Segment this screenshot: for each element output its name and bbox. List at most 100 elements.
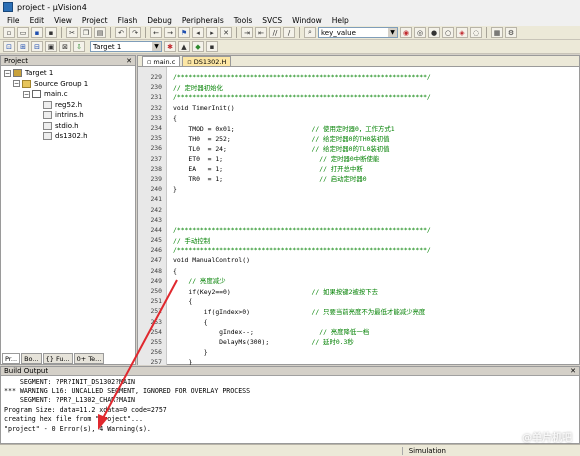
tree-item-reg52[interactable]: reg52.h [1, 100, 135, 111]
code-line: 250 if(Key2==0) // 如果按键2被按下去 [138, 286, 579, 296]
code-line: 243 [138, 215, 579, 225]
tree-item-label: Source Group 1 [34, 79, 89, 88]
tree-item-intrins[interactable]: intrins.h [1, 110, 135, 121]
editor-body[interactable]: 229 /************************************… [138, 67, 579, 365]
bookmark-next-icon[interactable]: ▸ [206, 27, 218, 38]
select-device-icon[interactable]: ▪ [206, 41, 218, 52]
menu-svcs[interactable]: SVCS [257, 16, 287, 25]
menu-view[interactable]: View [49, 16, 77, 25]
header-file-icon: ▫ [187, 57, 192, 66]
chevron-down-icon[interactable]: ▼ [152, 42, 161, 51]
code-text: if(gIndex>0) // 只要当前亮度不为最低才能减少亮度 [173, 307, 426, 316]
collapse-icon[interactable]: − [4, 69, 11, 77]
c-file-icon: ▫ [147, 57, 152, 66]
tab-project[interactable]: Pr... [2, 353, 21, 364]
window-layout-icon[interactable]: ▦ [491, 27, 503, 38]
kill-breakpoints-icon[interactable]: ◈ [456, 27, 468, 38]
menu-peripherals[interactable]: Peripherals [177, 16, 229, 25]
save-all-icon[interactable]: ▪ [45, 27, 57, 38]
close-icon[interactable]: ✕ [126, 57, 132, 65]
collapse-icon[interactable]: − [23, 90, 30, 98]
code-line: 254 gIndex--; // 亮度降低一档 [138, 327, 579, 337]
tree-item-main-c[interactable]: − main.c [1, 89, 135, 100]
undo-icon[interactable]: ↶ [115, 27, 127, 38]
breakpoint-icon[interactable]: ○ [442, 27, 454, 38]
disable-breakpoints-icon[interactable]: ◌ [470, 27, 482, 38]
code-line: 257 } [138, 357, 579, 365]
tab-books[interactable]: Bo... [21, 353, 42, 364]
batch-build-icon[interactable]: ▣ [45, 41, 57, 52]
find-in-files-icon[interactable]: ⌕ [304, 27, 316, 38]
collapse-icon[interactable]: − [13, 80, 20, 88]
toolbar-separator [236, 27, 237, 38]
inline-comment: // 给定时器0的TL0装初值 [311, 144, 390, 153]
chevron-down-icon[interactable]: ▼ [388, 28, 397, 37]
line-number: 256 [150, 348, 162, 357]
target-select-value: Target 1 [93, 42, 122, 51]
save-icon[interactable]: ▪ [31, 27, 43, 38]
tree-item-label: ds1302.h [55, 132, 88, 141]
tree-item-ds1302[interactable]: ds1302.h [1, 131, 135, 142]
code-text: TR0 = 1; // 启动定时器0 [173, 175, 367, 184]
menu-window[interactable]: Window [287, 16, 327, 25]
debug-start-icon[interactable]: ● [428, 27, 440, 38]
rebuild-icon[interactable]: ⊟ [31, 41, 43, 52]
tree-item-target[interactable]: − Target 1 [1, 68, 135, 79]
code-line: 242 [138, 204, 579, 214]
menu-edit[interactable]: Edit [25, 16, 50, 25]
menu-flash[interactable]: Flash [113, 16, 143, 25]
inline-comment: // 使用定时器0，工作方式1 [311, 124, 395, 133]
inline-comment: // 如果按键2被按下去 [311, 287, 379, 296]
toolbar-separator [145, 27, 146, 38]
cut-icon[interactable]: ✂ [66, 27, 78, 38]
menu-project[interactable]: Project [77, 16, 113, 25]
menu-file[interactable]: File [2, 16, 25, 25]
menu-help[interactable]: Help [327, 16, 354, 25]
stop-build-icon[interactable]: ⊠ [59, 41, 71, 52]
tab-templates[interactable]: 0+ Te... [73, 353, 105, 364]
comment-icon[interactable]: // [269, 27, 281, 38]
unindent-icon[interactable]: ⇤ [255, 27, 267, 38]
new-file-icon[interactable]: ▫ [3, 27, 15, 38]
bookmark-prev-icon[interactable]: ◂ [192, 27, 204, 38]
open-file-icon[interactable]: ▭ [17, 27, 29, 38]
editor-tab-ds1302[interactable]: ▫ DS1302.H [182, 56, 232, 66]
file-extensions-icon[interactable]: ▲ [178, 41, 190, 52]
code-line: 233 { [138, 113, 579, 123]
nav-back-icon[interactable]: ← [150, 27, 162, 38]
menu-tools[interactable]: Tools [229, 16, 257, 25]
download-icon[interactable]: ⇩ [73, 41, 85, 52]
configure-icon[interactable]: ⚙ [505, 27, 517, 38]
copy-icon[interactable]: ❐ [80, 27, 92, 38]
code-line: 241 [138, 194, 579, 204]
tab-functions[interactable]: {} Fu... [42, 353, 73, 364]
tree-item-stdio[interactable]: stdio.h [1, 121, 135, 132]
close-icon[interactable]: ✕ [570, 367, 576, 375]
code-line: 251 { [138, 296, 579, 306]
incremental-find-icon[interactable]: ◎ [414, 27, 426, 38]
menu-debug[interactable]: Debug [142, 16, 177, 25]
project-panel-title: Project [4, 56, 28, 65]
build-output-header: Build Output ✕ [1, 367, 579, 376]
find-combo[interactable]: key_value ▼ [318, 27, 398, 38]
bookmark-clear-icon[interactable]: ✕ [220, 27, 232, 38]
bookmark-icon[interactable]: ⚑ [178, 27, 190, 38]
find-icon[interactable]: ◉ [400, 27, 412, 38]
target-options-icon[interactable]: ✱ [164, 41, 176, 52]
nav-forward-icon[interactable]: → [164, 27, 176, 38]
manage-components-icon[interactable]: ◆ [192, 41, 204, 52]
code-line: 240} [138, 184, 579, 194]
line-number: 230 [150, 83, 162, 92]
build-output-text[interactable]: SEGMENT: ?PR?INIT_DS1302?MAIN *** WARNIN… [1, 376, 579, 434]
toolbar-separator [61, 27, 62, 38]
target-select[interactable]: Target 1 ▼ [90, 41, 162, 52]
tree-item-source-group[interactable]: − Source Group 1 [1, 79, 135, 90]
editor-tab-main-c[interactable]: ▫ main.c [142, 56, 181, 66]
inline-comment: // 打开总中断 [319, 165, 363, 174]
build-icon[interactable]: ⊞ [17, 41, 29, 52]
uncomment-icon[interactable]: / [283, 27, 295, 38]
paste-icon[interactable]: ▤ [94, 27, 106, 38]
redo-icon[interactable]: ↷ [129, 27, 141, 38]
translate-icon[interactable]: ⊡ [3, 41, 15, 52]
indent-icon[interactable]: ⇥ [241, 27, 253, 38]
